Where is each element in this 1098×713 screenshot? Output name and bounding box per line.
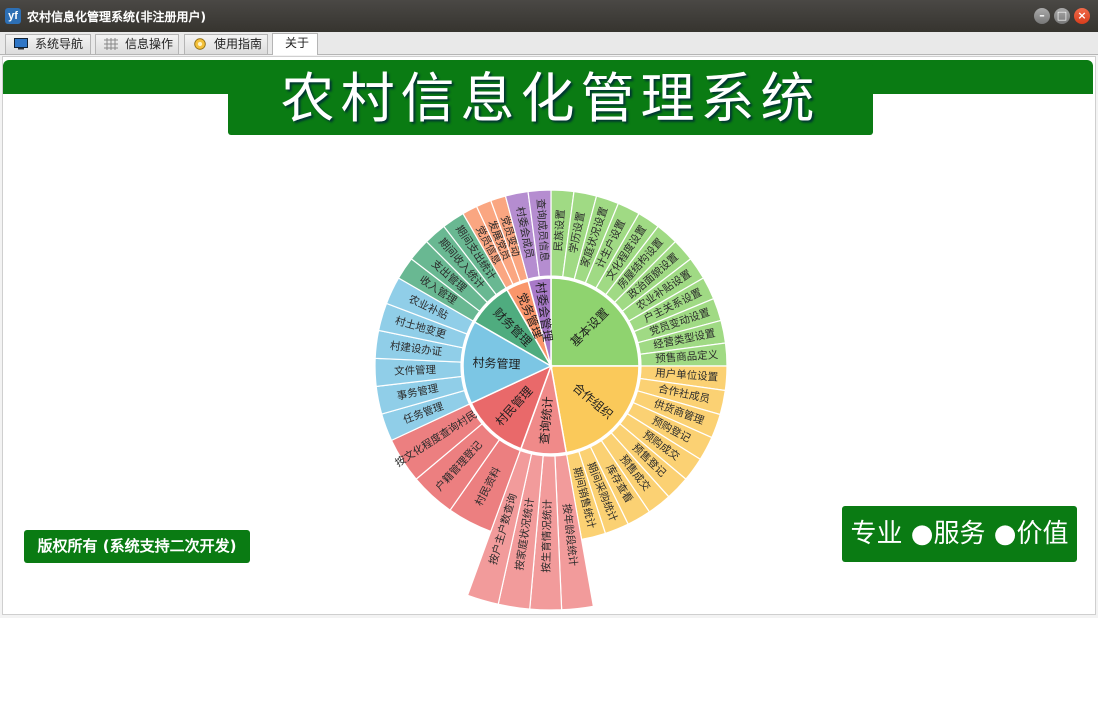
sunburst-item-label: 按生育情况统计 — [539, 499, 554, 573]
slogan-badge: 专业 ●服务 ●价值 — [842, 506, 1077, 562]
sunburst-item-label: 民族设置 — [552, 209, 568, 252]
sunburst-item-label: 文件管理 — [394, 363, 437, 378]
sunburst-category-label: 村务管理 — [472, 355, 521, 372]
copyright-badge: 版权所有 (系统支持二次开发) — [24, 530, 250, 563]
module-sunburst: 基本设置民族设置 学历设置家庭状况设置计生户设置文化程度设置房屋结构设置政治面貌设… — [374, 189, 728, 611]
